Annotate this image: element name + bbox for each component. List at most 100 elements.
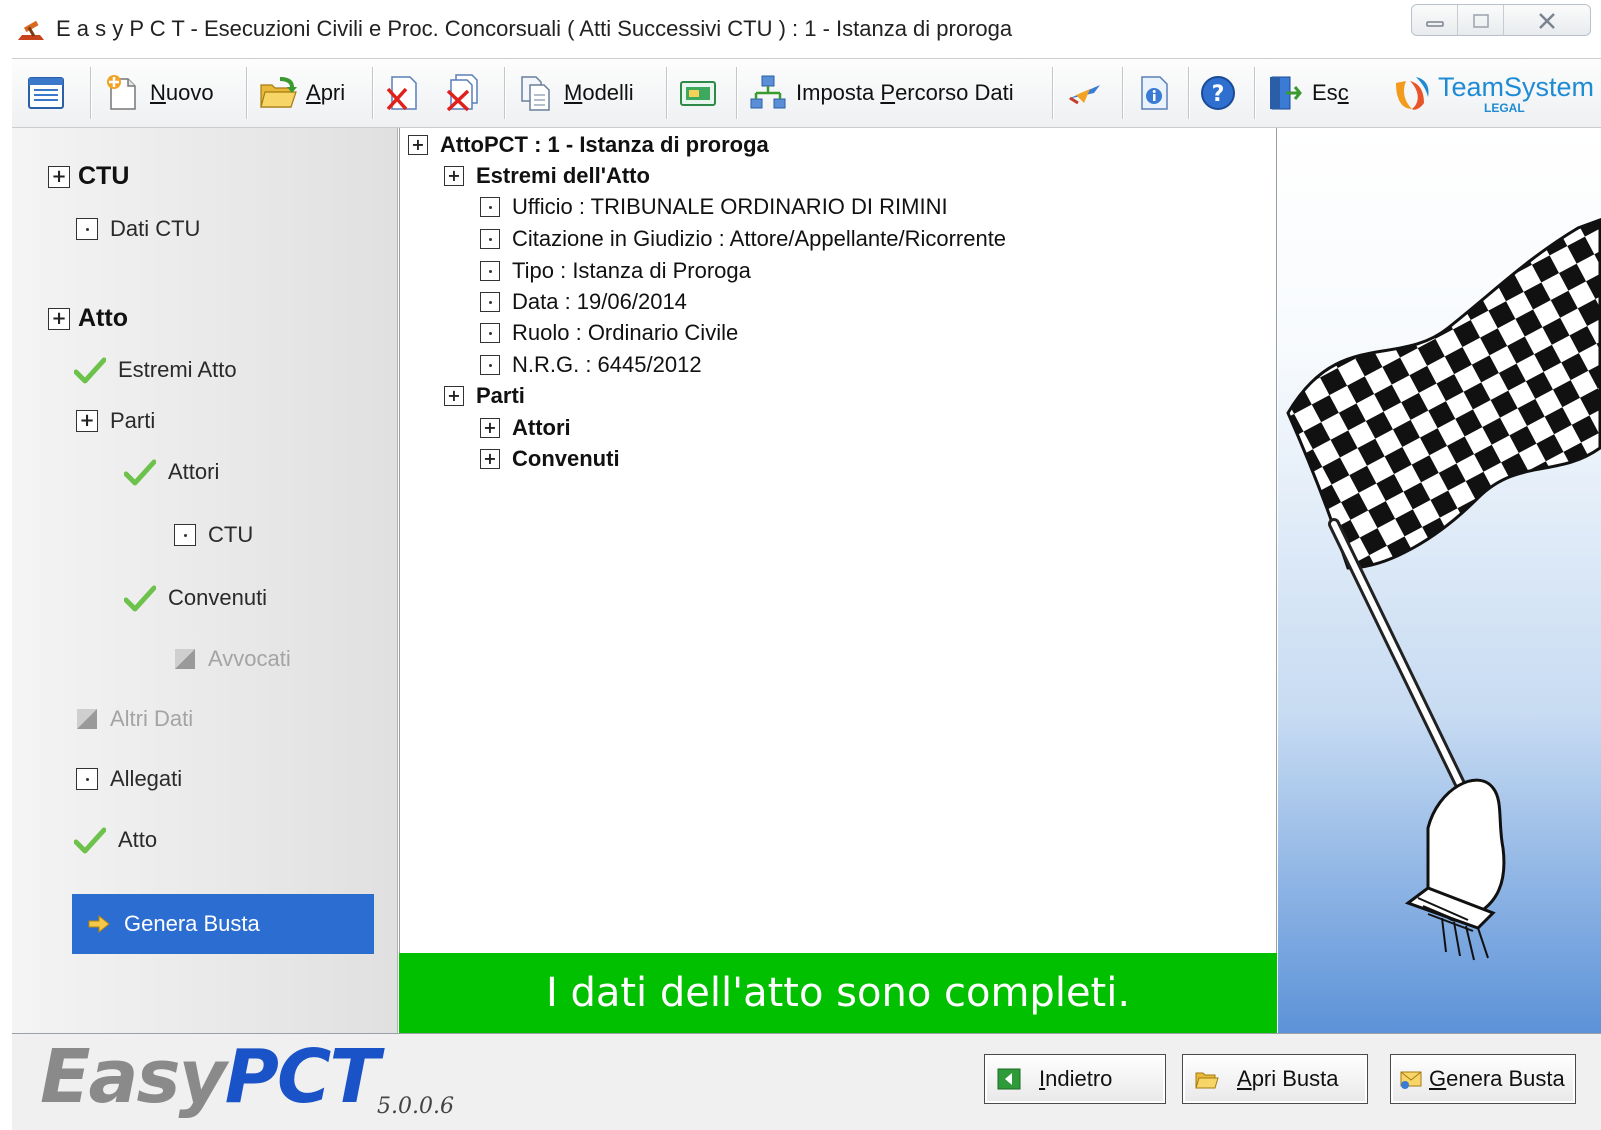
tree-leaf-label: Tipo : Istanza di Proroga — [512, 258, 751, 283]
tree-leaf-nrg[interactable]: N.R.G. : 6445/2012 — [480, 352, 702, 378]
sidebar-section-atto[interactable]: + Atto — [48, 304, 128, 333]
sidebar-item-label: Avvocati — [208, 646, 291, 671]
checkmark-icon — [124, 585, 156, 612]
sidebar-item-altri-dati: Altri Dati — [76, 706, 193, 732]
update-button[interactable] — [1064, 69, 1104, 117]
expand-box-icon: + — [76, 410, 98, 432]
sidebar-item-allegati[interactable]: Allegati — [76, 766, 182, 792]
window-controls — [1411, 4, 1591, 36]
modelli-button[interactable]: Modelli — [516, 69, 634, 117]
tree-leaf-label: Ufficio : TRIBUNALE ORDINARIO DI RIMINI — [512, 194, 948, 219]
minimize-button[interactable] — [1412, 5, 1458, 35]
help-button[interactable]: ? — [1198, 69, 1238, 117]
info-document-icon — [1141, 76, 1168, 110]
title-bar: E a s y P C T - Esecuzioni Civili e Proc… — [0, 0, 1601, 56]
completion-status-banner: I dati dell'atto sono completi. — [399, 953, 1277, 1033]
tree-leaf-ruolo[interactable]: Ruolo : Ordinario Civile — [480, 320, 738, 346]
sidebar-item-dati-ctu[interactable]: Dati CTU — [76, 216, 200, 242]
maximize-button[interactable] — [1458, 5, 1504, 35]
tree-node-label: Convenuti — [512, 446, 620, 471]
sidebar-item-label: Genera Busta — [124, 911, 260, 936]
leaf-box-icon — [480, 197, 500, 217]
tree-leaf-data[interactable]: Data : 19/06/2014 — [480, 289, 687, 315]
sidebar-item-label: Atto — [118, 827, 158, 852]
indietro-button[interactable]: Indietro — [984, 1054, 1166, 1104]
tree-node-convenuti[interactable]: + Convenuti — [480, 446, 620, 472]
apri-busta-button[interactable]: Apri Busta — [1182, 1054, 1368, 1104]
version-label: 5.0.0.6 — [377, 1094, 454, 1119]
list-window-icon — [28, 77, 64, 109]
sidebar-item-attori[interactable]: Attori — [124, 458, 219, 486]
tree-leaf-citazione[interactable]: Citazione in Giudizio : Attore/Appellant… — [480, 226, 1006, 252]
sidebar-item-atto[interactable]: Atto — [74, 826, 157, 854]
toolbar-separator — [1254, 67, 1255, 119]
toolbar-separator — [90, 67, 91, 119]
sidebar-item-label: Convenuti — [168, 585, 268, 610]
sidebar-item-label: Allegati — [110, 766, 183, 791]
tree-node-parti[interactable]: + Parti — [444, 383, 525, 409]
delete-document-icon — [386, 76, 417, 111]
teamsystem-legal-label: LEGAL — [1484, 100, 1525, 115]
copy-documents-icon — [521, 76, 550, 111]
toolbar-separator — [736, 67, 737, 119]
tree-leaf-label: N.R.G. : 6445/2012 — [512, 352, 702, 377]
toolbar-separator — [504, 67, 505, 119]
nuovo-button[interactable]: Nuovo — [102, 69, 214, 117]
open-folder-icon — [1195, 1072, 1219, 1089]
delete-all-button[interactable] — [442, 69, 482, 117]
checkmark-icon — [74, 827, 106, 854]
leaf-box-icon — [480, 323, 500, 343]
window-title: E a s y P C T - Esecuzioni Civili e Proc… — [56, 16, 1013, 41]
toolbar-separator — [666, 67, 667, 119]
close-button[interactable] — [1504, 5, 1590, 35]
tree-node-attori[interactable]: + Attori — [480, 415, 571, 441]
sidebar-item-label: Parti — [110, 408, 156, 433]
sidebar-item-ctu[interactable]: CTU — [174, 522, 253, 548]
apri-label: Apri — [306, 80, 346, 105]
tree-node-root[interactable]: + AttoPCT : 1 - Istanza di proroga — [408, 132, 769, 158]
sidebar-section-ctu[interactable]: + CTU — [48, 162, 129, 191]
toolbar-separator — [1052, 67, 1053, 119]
envelope-icon — [1400, 1071, 1422, 1089]
incomplete-box-icon — [174, 524, 196, 546]
arrow-right-icon — [88, 915, 110, 933]
back-arrow-icon — [997, 1068, 1021, 1090]
certificate-button[interactable] — [678, 69, 718, 117]
sidebar-item-parti[interactable]: + Parti — [76, 408, 155, 434]
list-view-button[interactable] — [26, 69, 66, 117]
indietro-label: Indietro — [1039, 1066, 1113, 1091]
expand-box-icon: + — [480, 418, 500, 438]
teamsystem-wordmark: TeamSystem — [1438, 71, 1595, 102]
sidebar-item-convenuti[interactable]: Convenuti — [124, 584, 267, 612]
summary-tree: + AttoPCT : 1 - Istanza di proroga + Est… — [399, 128, 1277, 953]
help-icon: ? — [1201, 76, 1235, 110]
genera-busta-label: Genera Busta — [1429, 1066, 1565, 1091]
open-folder-icon — [260, 77, 297, 108]
incomplete-box-icon — [76, 218, 98, 240]
nuovo-label: Nuovo — [150, 80, 214, 105]
tree-node-label: AttoPCT : 1 - Istanza di proroga — [440, 132, 769, 157]
sidebar-item-estremi-atto[interactable]: Estremi Atto — [74, 356, 237, 384]
sidebar-item-label: Dati CTU — [110, 216, 201, 241]
tree-node-estremi[interactable]: + Estremi dell'Atto — [444, 163, 650, 189]
tree-leaf-tipo[interactable]: Tipo : Istanza di Proroga — [480, 258, 751, 284]
info-button[interactable] — [1134, 69, 1174, 117]
sidebar-section-label: Atto — [78, 304, 128, 332]
maximize-icon — [1472, 14, 1489, 28]
apri-button[interactable]: Apri — [258, 69, 345, 117]
tree-leaf-ufficio[interactable]: Ufficio : TRIBUNALE ORDINARIO DI RIMINI — [480, 194, 948, 220]
genera-busta-button[interactable]: Genera Busta — [1390, 1054, 1576, 1104]
delete-button[interactable] — [382, 69, 422, 117]
imposta-percorso-dati-button[interactable]: Imposta Percorso Dati — [748, 69, 1014, 117]
new-document-icon — [107, 75, 136, 110]
expand-box-icon: + — [48, 165, 70, 188]
sidebar-section-label: CTU — [78, 162, 130, 190]
esci-button[interactable]: Esc — [1264, 69, 1349, 117]
leaf-box-icon — [480, 292, 500, 312]
sidebar-item-genera-busta[interactable]: Genera Busta — [72, 894, 374, 954]
checkered-flag-icon — [1286, 218, 1601, 961]
toolbar-separator — [372, 67, 373, 119]
airplane-icon — [1068, 85, 1100, 105]
leaf-box-icon — [480, 355, 500, 375]
imposta-percorso-dati-label: Imposta Percorso Dati — [796, 80, 1014, 105]
